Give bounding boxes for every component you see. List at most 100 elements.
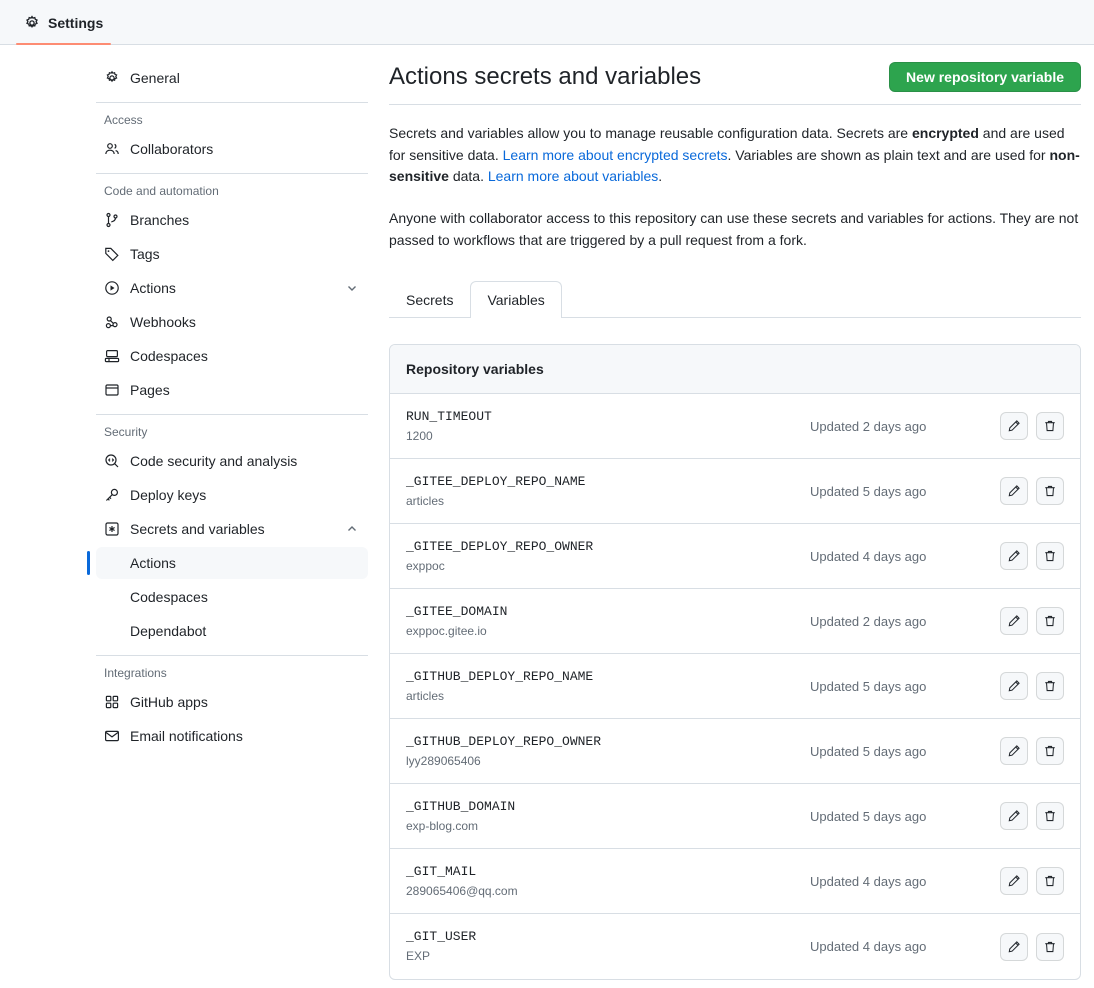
- variable-updated: Updated 5 days ago: [810, 808, 927, 824]
- sidebar-item-collaborators[interactable]: Collaborators: [96, 133, 368, 165]
- row-actions: [1000, 737, 1064, 766]
- sidebar-subitem-codespaces[interactable]: Codespaces: [96, 581, 368, 613]
- variable-updated: Updated 4 days ago: [810, 939, 927, 955]
- sidebar-group-integrations-title: Integrations: [104, 666, 167, 680]
- delete-variable-button[interactable]: [1036, 802, 1064, 831]
- sidebar-item-codespaces[interactable]: Codespaces: [96, 340, 368, 372]
- row-content: RUN_TIMEOUT 1200: [406, 408, 810, 445]
- delete-variable-button[interactable]: [1036, 542, 1064, 571]
- tab-settings[interactable]: Settings: [16, 0, 112, 45]
- edit-variable-button[interactable]: [1000, 802, 1028, 831]
- edit-variable-button[interactable]: [1000, 737, 1028, 766]
- sidebar-group-security-title: Security: [104, 425, 148, 439]
- row-actions: [1000, 412, 1064, 441]
- sidebar-item-pages[interactable]: Pages: [96, 374, 368, 406]
- row-actions: [1000, 477, 1064, 506]
- desc1-part5: .: [658, 168, 663, 185]
- new-repository-variable-button[interactable]: New repository variable: [889, 62, 1081, 92]
- sidebar-item-general[interactable]: General: [96, 62, 368, 94]
- gear-icon: [24, 14, 40, 31]
- variable-updated: Updated 5 days ago: [810, 483, 927, 499]
- repository-variables-card: Repository variables RUN_TIMEOUT 1200 Up…: [389, 344, 1081, 981]
- chevron-up-icon[interactable]: [344, 522, 360, 536]
- code-scan-icon: [104, 453, 120, 469]
- edit-variable-button[interactable]: [1000, 607, 1028, 636]
- settings-page: Settings General Access Collaborators Co…: [0, 0, 1094, 988]
- row-content: _GITHUB_DEPLOY_REPO_OWNER lyy289065406: [406, 733, 810, 770]
- tab-secrets[interactable]: Secrets: [389, 281, 470, 318]
- sidebar-subitem-actions[interactable]: Actions: [87, 547, 368, 579]
- people-icon: [104, 141, 120, 157]
- sidebar-item-webhooks[interactable]: Webhooks: [96, 306, 368, 338]
- sidebar-item-label: Email notifications: [130, 728, 243, 744]
- delete-variable-button[interactable]: [1036, 477, 1064, 506]
- edit-variable-button[interactable]: [1000, 542, 1028, 571]
- tab-variables[interactable]: Variables: [470, 281, 562, 320]
- variable-value: exppoc: [406, 558, 445, 573]
- sidebar-item-secrets-and-variables[interactable]: Secrets and variables: [96, 513, 368, 545]
- sidebar-subitem-dependabot[interactable]: Dependabot: [96, 615, 368, 647]
- desc1-bold-encrypted: encrypted: [911, 125, 979, 141]
- trash-icon: [1043, 549, 1057, 563]
- table-row: _GIT_MAIL 289065406@qq.com Updated 4 day…: [390, 849, 1080, 915]
- desc1-part1: Secrets and variables allow you to manag…: [389, 125, 912, 141]
- edit-variable-button[interactable]: [1000, 412, 1028, 441]
- chevron-down-icon[interactable]: [344, 281, 360, 295]
- edit-variable-button[interactable]: [1000, 477, 1028, 506]
- sidebar-group-code-title: Code and automation: [104, 184, 219, 198]
- table-row: _GITHUB_DEPLOY_REPO_NAME articles Update…: [390, 654, 1080, 720]
- sidebar-item-code-security-and-analysis[interactable]: Code security and analysis: [96, 445, 368, 477]
- sidebar-item-email-notifications[interactable]: Email notifications: [96, 720, 368, 752]
- variable-updated: Updated 4 days ago: [810, 873, 927, 889]
- delete-variable-button[interactable]: [1036, 672, 1064, 701]
- sidebar-subitem-label: Dependabot: [130, 623, 207, 639]
- delete-variable-button[interactable]: [1036, 867, 1064, 896]
- edit-variable-button[interactable]: [1000, 867, 1028, 896]
- sidebar-item-github-apps[interactable]: GitHub apps: [96, 686, 368, 718]
- link-learn-more-about-variables[interactable]: Learn more about variables: [488, 168, 658, 184]
- sidebar-item-tags[interactable]: Tags: [96, 238, 368, 270]
- variable-value: EXP: [406, 949, 431, 964]
- pencil-icon: [1007, 484, 1021, 498]
- sidebar-item-label: Deploy keys: [130, 487, 207, 503]
- edit-variable-button[interactable]: [1000, 932, 1028, 961]
- variable-value: exp-blog.com: [406, 818, 479, 833]
- sidebar-group-access-title: Access: [104, 113, 143, 127]
- row-content: _GITHUB_DEPLOY_REPO_NAME articles: [406, 668, 810, 705]
- sidebar-item-label: General: [130, 70, 180, 86]
- delete-variable-button[interactable]: [1036, 607, 1064, 636]
- variable-name: _GIT_MAIL: [406, 863, 477, 879]
- row-actions: [1000, 867, 1064, 896]
- trash-icon: [1043, 940, 1057, 954]
- sidebar-item-label: GitHub apps: [130, 694, 208, 710]
- desc1-part3: . Variables are shown as plain text and …: [727, 146, 1050, 163]
- delete-variable-button[interactable]: [1036, 932, 1064, 961]
- table-row: _GITHUB_DEPLOY_REPO_OWNER lyy289065406 U…: [390, 719, 1080, 785]
- sidebar-item-actions[interactable]: Actions: [96, 272, 368, 304]
- trash-icon: [1043, 484, 1057, 498]
- sidebar-item-deploy-keys[interactable]: Deploy keys: [96, 479, 368, 511]
- card-header-title: Repository variables: [390, 345, 1080, 395]
- sidebar-item-branches[interactable]: Branches: [96, 204, 368, 236]
- variable-updated: Updated 5 days ago: [810, 743, 927, 759]
- table-row: _GIT_USER EXP Updated 4 days ago: [390, 914, 1080, 979]
- delete-variable-button[interactable]: [1036, 412, 1064, 441]
- row-content: _GITHUB_DOMAIN exp-blog.com: [406, 798, 810, 835]
- variable-value: 289065406@qq.com: [406, 883, 518, 898]
- tag-icon: [104, 246, 120, 262]
- description-paragraph-1: Secrets and variables allow you to manag…: [389, 123, 1081, 188]
- pencil-icon: [1007, 874, 1021, 888]
- row-actions: [1000, 542, 1064, 571]
- sidebar-item-label: Collaborators: [130, 141, 214, 157]
- variable-name: _GITEE_DEPLOY_REPO_OWNER: [406, 538, 594, 554]
- desc1-part4: data.: [448, 168, 488, 185]
- variable-value: 1200: [406, 428, 433, 443]
- variable-updated: Updated 2 days ago: [810, 613, 927, 629]
- pencil-icon: [1007, 809, 1021, 823]
- edit-variable-button[interactable]: [1000, 672, 1028, 701]
- delete-variable-button[interactable]: [1036, 737, 1064, 766]
- gear-icon: [104, 70, 120, 86]
- page-header: Actions secrets and variables New reposi…: [389, 62, 1081, 105]
- link-learn-more-encrypted-secrets[interactable]: Learn more about encrypted secrets: [503, 147, 728, 163]
- tab-active-underline: [16, 43, 112, 45]
